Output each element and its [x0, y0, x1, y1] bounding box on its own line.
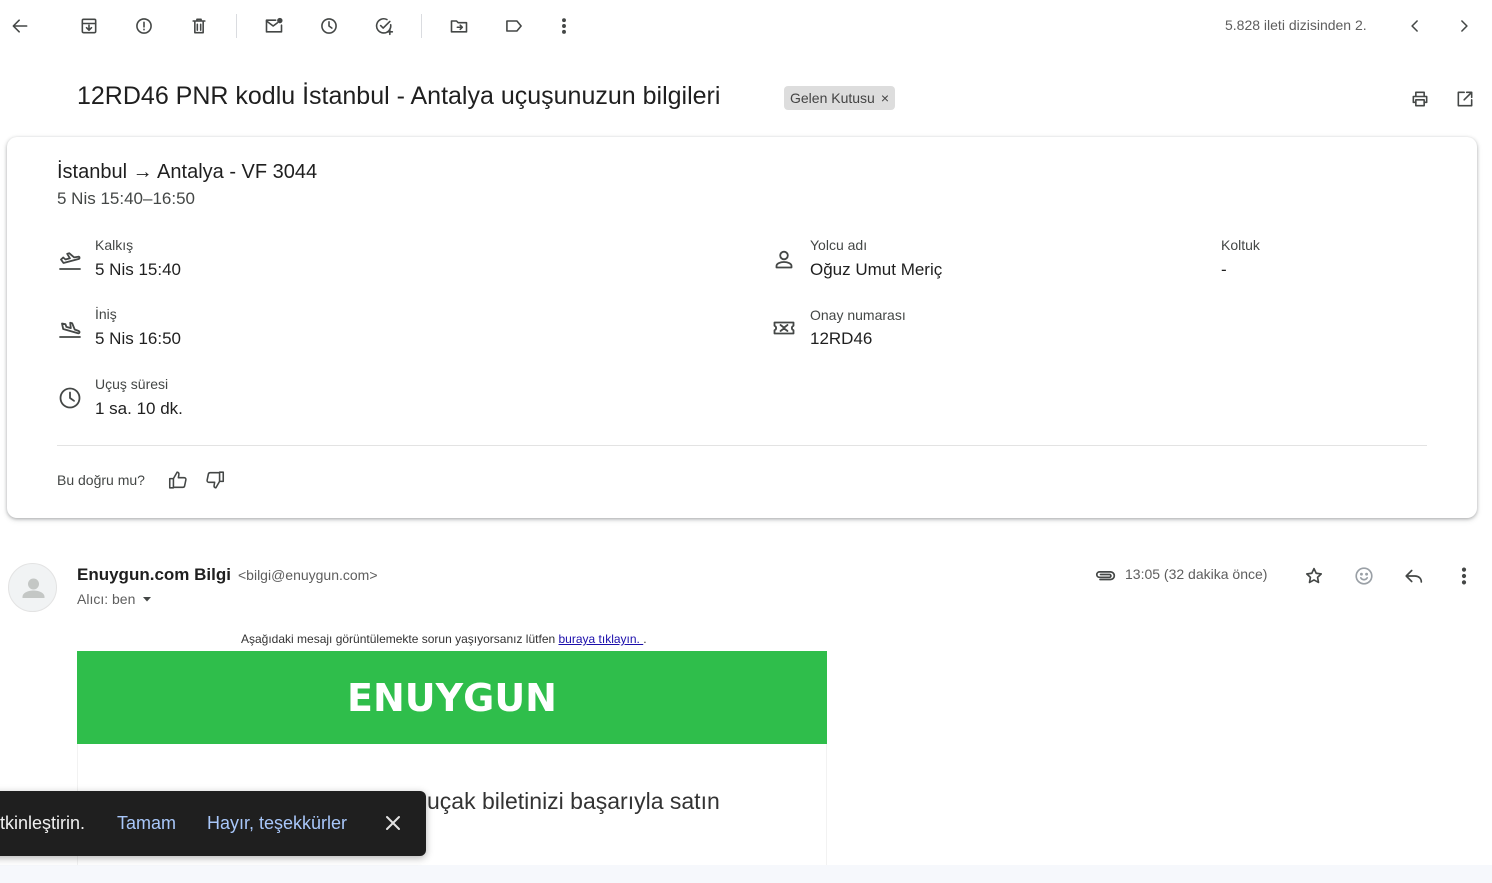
add-task-icon	[375, 18, 394, 36]
open-new-window-button[interactable]	[1453, 87, 1477, 111]
default-avatar-icon	[22, 578, 45, 598]
departure-value: 5 Nis 15:40	[95, 260, 181, 279]
toolbar-divider	[421, 14, 422, 38]
label-icon	[506, 20, 522, 32]
email-body-text: uçak biletinizi başarıyla satın	[427, 788, 720, 814]
duration-label: Uçuş süresi	[95, 376, 169, 392]
snackbar-ok-button[interactable]: Tamam	[117, 813, 176, 834]
preheader-text: Aşağıdaki mesajı görüntülemekte sorun ya…	[241, 632, 647, 646]
report-spam-icon	[136, 18, 152, 34]
enuygun-logo: ENUYGUN	[347, 675, 557, 720]
report-spam-button[interactable]	[132, 14, 156, 38]
star-button[interactable]	[1302, 564, 1326, 588]
landing-icon	[57, 315, 83, 341]
arrival-value: 5 Nis 16:50	[95, 329, 181, 348]
enuygun-banner: ENUYGUN	[77, 651, 827, 744]
view-in-browser-link[interactable]: buraya tıklayın.	[559, 632, 644, 646]
takeoff-icon	[57, 247, 83, 273]
labels-button[interactable]	[502, 14, 526, 38]
label-chip-inbox[interactable]: Gelen Kutusu ×	[784, 86, 896, 110]
move-to-folder-icon	[450, 20, 468, 33]
close-icon	[386, 816, 400, 830]
reply-icon	[1405, 569, 1423, 583]
snackbar-close-button[interactable]	[383, 813, 405, 835]
archive-button[interactable]	[77, 14, 101, 38]
older-button[interactable]	[1452, 14, 1476, 38]
add-task-button[interactable]	[372, 14, 396, 38]
chevron-left-icon	[1411, 20, 1418, 32]
confirmation-label: Onay numarası	[810, 307, 906, 323]
recipient-details-toggle[interactable]: Alıcı: ben	[77, 591, 153, 607]
chevron-right-icon	[1461, 20, 1468, 32]
snackbar: tkinleştirin. Tamam Hayır, teşekkürler	[0, 791, 426, 856]
pagination-text: 5.828 ileti dizisinden 2.	[1225, 17, 1367, 33]
more-button[interactable]	[552, 14, 576, 38]
message-more-button[interactable]	[1452, 564, 1476, 588]
clock-icon	[57, 385, 83, 411]
snackbar-no-thanks-button[interactable]: Hayır, teşekkürler	[207, 813, 347, 834]
duration-value: 1 sa. 10 dk.	[95, 399, 183, 418]
print-button[interactable]	[1408, 87, 1432, 111]
seat-label: Koltuk	[1221, 237, 1260, 253]
card-divider	[57, 445, 1427, 446]
sender-email: <bilgi@enuygun.com>	[238, 567, 378, 583]
sender-avatar[interactable]	[8, 563, 57, 612]
caret-down-icon	[143, 597, 152, 602]
emoji-icon	[1355, 567, 1373, 585]
sender-name[interactable]: Enuygun.com Bilgi	[77, 565, 231, 585]
confirmation-value: 12RD46	[810, 329, 873, 348]
mark-unread-button[interactable]	[262, 14, 286, 38]
remove-label-button[interactable]: ×	[881, 90, 889, 106]
bottom-strip	[0, 865, 1492, 883]
clock-icon	[321, 18, 337, 34]
passenger-value: Oğuz Umut Meriç	[810, 260, 943, 279]
reply-button[interactable]	[1402, 564, 1426, 588]
snackbar-message: tkinleştirin.	[0, 813, 86, 833]
print-icon	[1412, 91, 1428, 107]
archive-icon	[81, 18, 97, 34]
trash-icon	[192, 18, 206, 34]
passenger-label: Yolcu adı	[810, 237, 868, 253]
add-reaction-button[interactable]	[1352, 564, 1376, 588]
toolbar-divider	[236, 14, 237, 38]
move-to-button[interactable]	[447, 14, 471, 38]
ticket-icon	[771, 315, 797, 341]
seat-value: -	[1221, 260, 1227, 279]
thumbs-up-button[interactable]	[167, 469, 191, 493]
newer-button[interactable]	[1403, 14, 1427, 38]
label-chip-text: Gelen Kutusu	[790, 90, 875, 106]
person-icon	[771, 247, 797, 273]
thumbs-up-icon	[168, 471, 187, 489]
flight-summary-card: İstanbul → Antalya - VF 3044 5 Nis 15:40…	[7, 137, 1477, 518]
mark-unread-icon	[265, 17, 283, 33]
arrival-label: İniş	[95, 306, 117, 322]
snooze-button[interactable]	[317, 14, 341, 38]
open-in-new-icon	[1457, 91, 1473, 107]
flight-title: İstanbul → Antalya - VF 3044	[57, 161, 318, 183]
thumbs-down-button[interactable]	[204, 469, 228, 493]
delete-button[interactable]	[187, 14, 211, 38]
email-subject: 12RD46 PNR kodlu İstanbul - Antalya uçuş…	[77, 82, 721, 110]
more-vert-icon	[1461, 567, 1467, 585]
message-time: 13:05 (32 dakika önce)	[1125, 566, 1268, 582]
back-button[interactable]	[8, 14, 32, 38]
feedback-question: Bu doğru mu?	[57, 472, 145, 488]
departure-label: Kalkış	[95, 237, 134, 253]
attachment-icon	[1093, 565, 1117, 585]
arrow-back-icon	[12, 19, 28, 33]
recipient-label: Alıcı: ben	[77, 591, 136, 607]
flight-times: 5 Nis 15:40–16:50	[57, 189, 195, 208]
thumbs-down-icon	[206, 471, 225, 489]
star-icon	[1305, 567, 1323, 584]
more-vert-icon	[562, 18, 566, 34]
